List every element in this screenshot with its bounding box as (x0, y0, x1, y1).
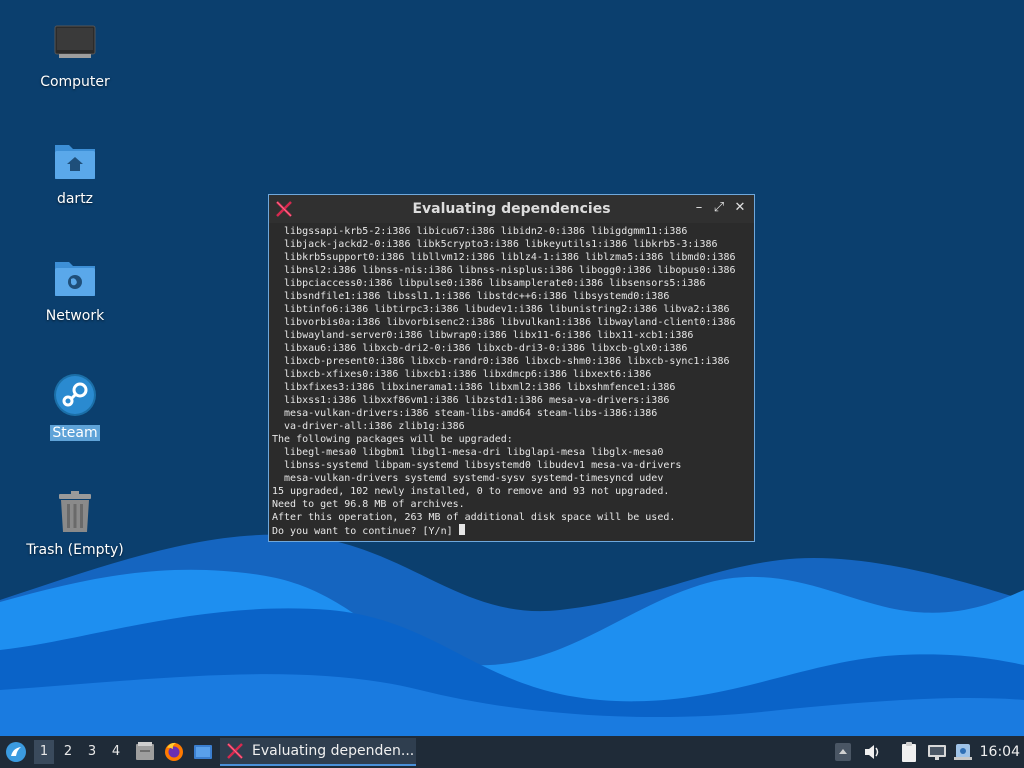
terminal-line: libwayland-server0:i386 libwrap0:i386 li… (272, 330, 694, 341)
terminal-line: libnsl2:i386 libnss-nis:i386 libnss-nisp… (272, 265, 736, 276)
workspace-2-button[interactable]: 2 (58, 740, 78, 764)
desktop-icon-trash[interactable]: Trash (Empty) (20, 488, 130, 558)
desktop-icon-label: Network (45, 308, 105, 324)
desktop: Computer dartz Network Steam Trash (Empt… (0, 0, 1024, 736)
terminal-window[interactable]: Evaluating dependencies – ⤢ ✕ libgssapi-… (268, 194, 755, 542)
home-folder-icon (55, 145, 95, 179)
clock[interactable]: 16:04 (980, 736, 1020, 768)
file-manager-icon[interactable] (134, 740, 156, 764)
terminal-line: libvorbis0a:i386 libvorbisenc2:i386 libv… (272, 317, 736, 328)
app-menu-icon[interactable] (4, 740, 28, 764)
minimize-button[interactable]: – (691, 200, 707, 216)
desktop-icon-computer[interactable]: Computer (20, 20, 130, 90)
desktop-icon-network[interactable]: Network (20, 254, 130, 324)
xterm-x-icon (227, 743, 243, 759)
taskbar: 1 2 3 4 Evaluating dependen... 16:04 (0, 736, 1024, 768)
computer-icon (54, 25, 96, 58)
firefox-icon[interactable] (163, 740, 185, 764)
tray-arrow-icon[interactable] (834, 740, 852, 764)
clipboard-icon[interactable] (898, 740, 920, 764)
terminal-line: 15 upgraded, 102 newly installed, 0 to r… (272, 486, 670, 497)
desktop-icon-label: dartz (56, 191, 94, 207)
trash-icon (59, 491, 91, 532)
terminal-line: libkrb5support0:i386 libllvm12:i386 libl… (272, 252, 736, 263)
workspace-4-button[interactable]: 4 (106, 740, 126, 764)
steam-icon (54, 374, 96, 416)
terminal-line: The following packages will be upgraded: (272, 434, 513, 445)
desktop-icon-label: Steam (50, 425, 100, 441)
terminal-line: libxcb-present0:i386 libxcb-randr0:i386 … (272, 356, 730, 367)
network-wired-icon[interactable] (926, 740, 948, 764)
terminal-line: va-driver-all:i386 zlib1g:i386 (272, 421, 465, 432)
workspace-3-button[interactable]: 3 (82, 740, 102, 764)
terminal-line: libjack-jackd2-0:i386 libk5crypto3:i386 … (272, 239, 718, 250)
window-title: Evaluating dependencies (412, 201, 611, 217)
terminal-line: libsndfile1:i386 libssl1.1:i386 libstdc+… (272, 291, 670, 302)
terminal-line: Need to get 96.8 MB of archives. (272, 499, 465, 510)
terminal-line: libxfixes3:i386 libxinerama1:i386 libxml… (272, 382, 676, 393)
taskbar-window-button[interactable]: Evaluating dependen... (220, 738, 416, 766)
desktop-icon-label: Trash (Empty) (26, 542, 124, 558)
desktop-icon-home-folder[interactable]: dartz (20, 137, 130, 207)
terminal-line: libxss1:i386 libxxf86vm1:i386 libzstd1:i… (272, 395, 670, 406)
terminal-line: libegl-mesa0 libgbm1 libgl1-mesa-dri lib… (272, 447, 664, 458)
close-button[interactable]: ✕ (732, 200, 748, 216)
terminal-line: libxau6:i386 libxcb-dri2-0:i386 libxcb-d… (272, 343, 688, 354)
terminal-output[interactable]: libgssapi-krb5-2:i386 libicu67:i386 libi… (272, 225, 751, 539)
network-folder-icon (55, 262, 95, 296)
maximize-button[interactable]: ⤢ (711, 200, 727, 216)
update-notifier-icon[interactable] (952, 740, 974, 764)
terminal-line: libnss-systemd libpam-systemd libsystemd… (272, 460, 682, 471)
desktop-icon-steam[interactable]: Steam (20, 371, 130, 441)
terminal-cursor (458, 524, 465, 535)
terminal-prompt-line: Do you want to continue? [Y/n] (272, 524, 751, 538)
terminal-line: mesa-vulkan-drivers:i386 steam-libs-amd6… (272, 408, 658, 419)
taskbar-window-label: Evaluating dependen... (252, 743, 415, 759)
window-titlebar[interactable]: Evaluating dependencies – ⤢ ✕ (269, 195, 754, 223)
show-desktop-icon[interactable] (192, 740, 214, 764)
terminal-line: libgssapi-krb5-2:i386 libicu67:i386 libi… (272, 226, 688, 237)
terminal-line: libtinfo6:i386 libtirpc3:i386 libudev1:i… (272, 304, 730, 315)
workspace-1-button[interactable]: 1 (34, 740, 54, 764)
desktop-icon-label: Computer (40, 74, 110, 90)
terminal-line: After this operation, 263 MB of addition… (272, 512, 676, 523)
terminal-line: mesa-vulkan-drivers systemd systemd-sysv… (272, 473, 664, 484)
terminal-line: libpciaccess0:i386 libpulse0:i386 libsam… (272, 278, 706, 289)
volume-icon[interactable] (862, 740, 882, 764)
terminal-line: libxcb-xfixes0:i386 libxcb1:i386 libxdmc… (272, 369, 652, 380)
